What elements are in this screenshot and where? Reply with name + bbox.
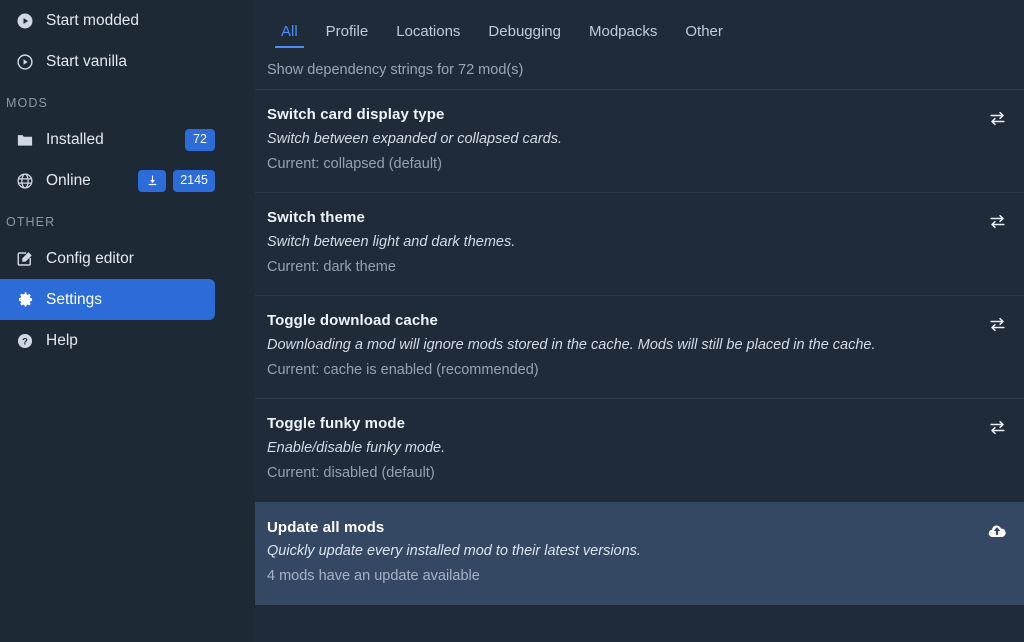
settings-row-clipped[interactable]: Show dependency strings for 72 mod(s) [255,48,1024,89]
main-panel: All Profile Locations Debugging Modpacks… [255,0,1024,642]
edit-square-icon [14,248,36,270]
settings-row-texts: Switch card display type Switch between … [267,104,972,176]
settings-row-title: Toggle funky mode [267,415,406,433]
cloud-upload-icon[interactable] [984,520,1010,542]
settings-row-status: Current: collapsed (default) [267,155,442,172]
sidebar-item-installed[interactable]: Installed 72 [0,119,255,160]
settings-row-texts: Toggle download cache Downloading a mod … [267,310,972,382]
sidebar-item-config-editor[interactable]: Config editor [0,238,255,279]
folder-icon [14,129,36,151]
sidebar-item-label: Online [46,171,91,189]
settings-row-title: Update all mods [267,518,385,536]
settings-row-description: Downloading a mod will ignore mods store… [267,337,876,353]
settings-row-switch-card-display-type[interactable]: Switch card display type Switch between … [255,89,1024,192]
settings-row-switch-theme[interactable]: Switch theme Switch between light and da… [255,192,1024,295]
settings-row-title: Switch theme [267,209,365,227]
sidebar-item-label: Settings [46,290,103,308]
settings-row-description: Switch between light and dark themes. [267,233,516,250]
sidebar: Start modded Start vanilla MODS Installe… [0,0,255,642]
sidebar-item-start-vanilla[interactable]: Start vanilla [0,41,255,82]
settings-row-status: Current: dark theme [267,259,396,276]
settings-row-toggle-download-cache[interactable]: Toggle download cache Downloading a mod … [255,295,1024,398]
tab-all[interactable]: All [267,24,312,48]
sidebar-item-help[interactable]: ? Help [0,320,255,361]
sidebar-item-label: Start modded [46,11,140,29]
settings-row-status: Current: cache is enabled (recommended) [267,362,539,379]
sidebar-item-start-modded[interactable]: Start modded [0,0,255,41]
tab-profile[interactable]: Profile [312,24,383,48]
sidebar-item-online[interactable]: Online 2145 [0,160,255,201]
sidebar-item-label: Installed [46,130,104,148]
sidebar-badges: 72 [185,128,255,151]
tab-locations[interactable]: Locations [382,24,474,48]
download-all-button[interactable] [138,169,167,192]
swap-horizontal-icon[interactable] [984,313,1010,335]
sidebar-item-label: Start vanilla [46,52,127,70]
swap-horizontal-icon[interactable] [984,416,1010,438]
settings-row-texts: Toggle funky mode Enable/disable funky m… [267,413,972,485]
svg-text:?: ? [22,336,28,346]
settings-list[interactable]: Show dependency strings for 72 mod(s) Sw… [255,48,1024,642]
gear-icon [14,289,36,311]
sidebar-item-settings[interactable]: Settings [0,279,215,320]
tab-other[interactable]: Other [671,24,737,48]
play-circle-outline-icon [14,51,36,73]
settings-row-toggle-funky-mode[interactable]: Toggle funky mode Enable/disable funky m… [255,398,1024,501]
sidebar-item-label: Help [46,331,78,349]
play-circle-filled-icon [14,10,36,32]
settings-tabbar: All Profile Locations Debugging Modpacks… [255,0,1024,48]
online-count-badge: 2145 [173,169,215,192]
settings-row-description: Switch between expanded or collapsed car… [267,130,563,147]
globe-icon [14,170,36,192]
settings-row-update-all-mods[interactable]: Update all mods Quickly update every ins… [255,501,1024,605]
settings-row-texts: Update all mods Quickly update every ins… [267,517,972,589]
settings-row-title: Toggle download cache [267,312,439,330]
sidebar-section-other: OTHER [6,215,56,229]
settings-row-status: Show dependency strings for 72 mod(s) [267,62,524,78]
settings-row-texts: Switch theme Switch between light and da… [267,207,972,279]
sidebar-badges: 2145 [138,169,255,192]
swap-horizontal-icon[interactable] [984,210,1010,232]
installed-count-badge: 72 [185,128,215,151]
settings-row-description: Enable/disable funky mode. [267,440,446,457]
question-circle-icon: ? [14,330,36,352]
settings-row-status: 4 mods have an update available [267,568,480,585]
swap-horizontal-icon[interactable] [984,107,1010,129]
tab-modpacks[interactable]: Modpacks [575,24,671,48]
settings-row-title: Switch card display type [267,106,445,123]
sidebar-section-mods: MODS [6,96,48,110]
sidebar-item-label: Config editor [46,249,134,267]
app-window: Start modded Start vanilla MODS Installe… [0,0,1024,642]
tab-debugging[interactable]: Debugging [474,24,575,48]
settings-row-description: Quickly update every installed mod to th… [267,543,641,560]
settings-row-status: Current: disabled (default) [267,465,435,482]
